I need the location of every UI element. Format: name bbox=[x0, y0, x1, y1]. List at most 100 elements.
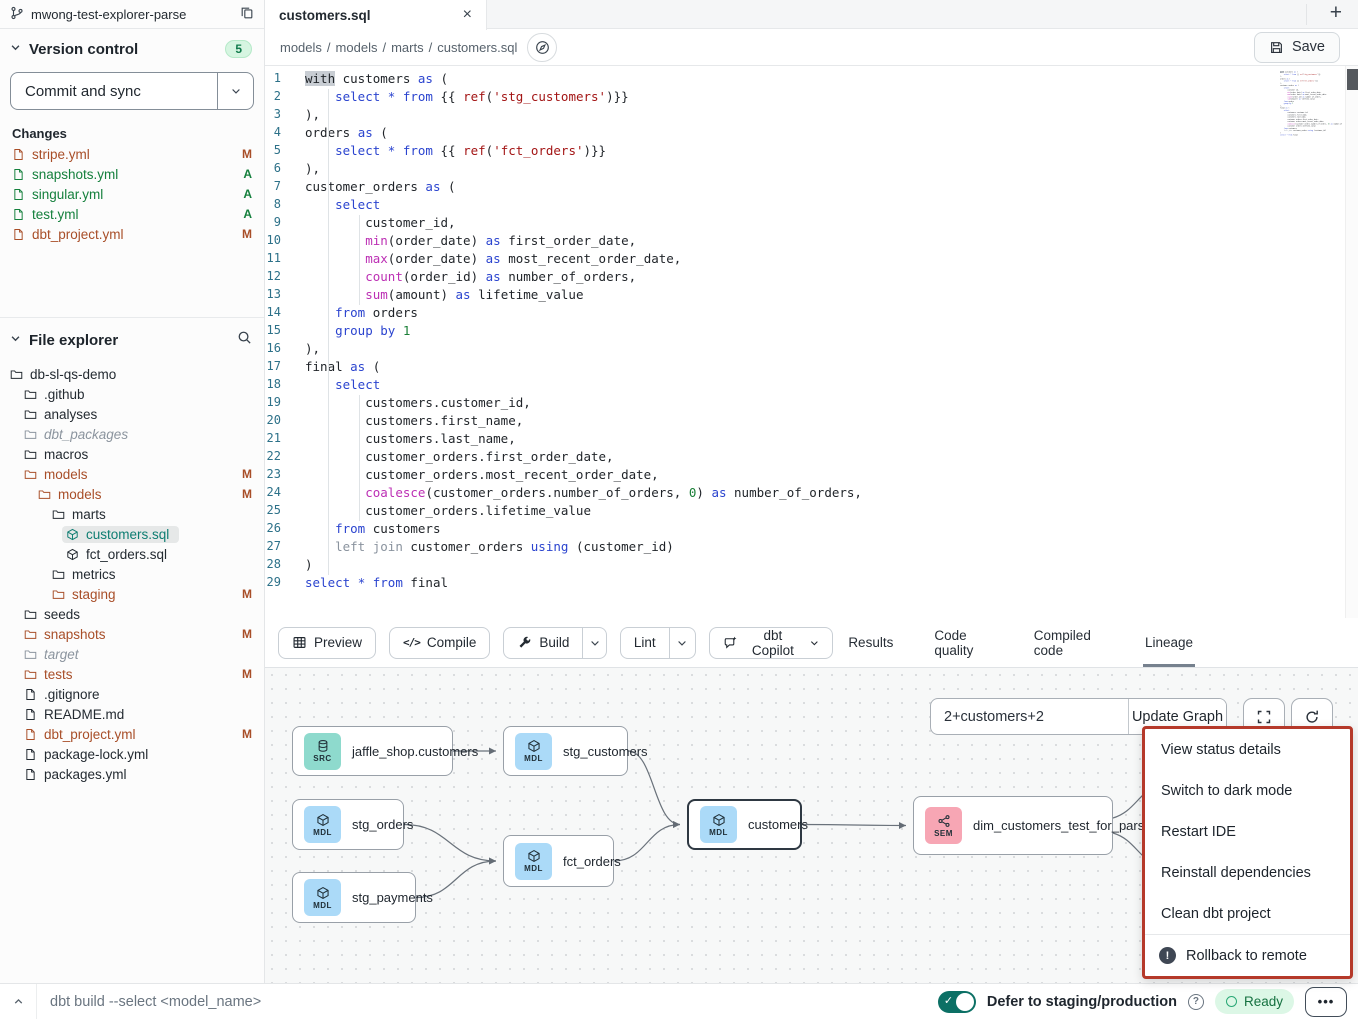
lint-button[interactable]: Lint bbox=[621, 628, 669, 658]
code-line[interactable]: 7customer_orders as ( bbox=[265, 179, 1358, 197]
menu-item-rollback-to-remote[interactable]: ! Rollback to remote bbox=[1145, 934, 1350, 976]
change-row[interactable]: test.ymlA bbox=[0, 204, 264, 224]
code-line[interactable]: 29select * from final bbox=[265, 575, 1358, 593]
tree-item-db-sl-qs-demo[interactable]: db-sl-qs-demo bbox=[0, 364, 264, 384]
chevron-down-icon[interactable] bbox=[10, 40, 21, 58]
tree-item-models[interactable]: modelsM bbox=[0, 484, 264, 504]
change-row[interactable]: stripe.ymlM bbox=[0, 144, 264, 164]
chevron-down-icon[interactable] bbox=[10, 331, 21, 349]
tree-item-models[interactable]: modelsM bbox=[0, 464, 264, 484]
code-line[interactable]: 15 group by 1 bbox=[265, 323, 1358, 341]
change-row[interactable]: snapshots.ymlA bbox=[0, 164, 264, 184]
tab-lineage[interactable]: Lineage bbox=[1143, 618, 1195, 667]
breadcrumb-segment[interactable]: marts bbox=[391, 40, 424, 55]
code-line[interactable]: 21 customers.last_name, bbox=[265, 431, 1358, 449]
tree-item--github[interactable]: .github bbox=[0, 384, 264, 404]
expand-command-bar-button[interactable] bbox=[0, 984, 37, 1019]
help-icon[interactable]: ? bbox=[1188, 994, 1204, 1010]
build-button[interactable]: Build bbox=[504, 628, 582, 658]
breadcrumb-segment[interactable]: models bbox=[280, 40, 322, 55]
lineage-node-stg-customers[interactable]: MDLstg_customers bbox=[503, 726, 628, 776]
tab-results[interactable]: Results bbox=[846, 618, 895, 667]
tree-item-readme-md[interactable]: README.md bbox=[0, 704, 264, 724]
tree-item-seeds[interactable]: seeds bbox=[0, 604, 264, 624]
code-line[interactable]: 24 coalesce(customer_orders.number_of_or… bbox=[265, 485, 1358, 503]
tree-item-marts[interactable]: marts bbox=[0, 504, 264, 524]
new-tab-button[interactable]: + bbox=[1330, 1, 1342, 25]
scrollbar-thumb[interactable] bbox=[1347, 69, 1358, 90]
copy-icon[interactable] bbox=[240, 6, 254, 23]
lineage-node-dim-customers-test-for-parse[interactable]: SEMdim_customers_test_for_parse bbox=[913, 796, 1113, 855]
tree-item-tests[interactable]: testsM bbox=[0, 664, 264, 684]
breadcrumb-segment[interactable]: models bbox=[336, 40, 378, 55]
tab-compiled-code[interactable]: Compiled code bbox=[1032, 618, 1106, 667]
menu-item-restart-ide[interactable]: Restart IDE bbox=[1145, 811, 1350, 852]
more-options-button[interactable]: ••• bbox=[1305, 987, 1347, 1017]
tab-code-quality[interactable]: Code quality bbox=[932, 618, 994, 667]
code-line[interactable]: 22 customer_orders.first_order_date, bbox=[265, 449, 1358, 467]
code-line[interactable]: 14 from orders bbox=[265, 305, 1358, 323]
code-line[interactable]: 12 count(order_id) as number_of_orders, bbox=[265, 269, 1358, 287]
code-line[interactable]: 2 select * from {{ ref('stg_customers')}… bbox=[265, 89, 1358, 107]
search-icon[interactable] bbox=[237, 330, 252, 350]
code-line[interactable]: 18 select bbox=[265, 377, 1358, 395]
tree-item--gitignore[interactable]: .gitignore bbox=[0, 684, 264, 704]
code-line[interactable]: 23 customer_orders.most_recent_order_dat… bbox=[265, 467, 1358, 485]
tree-item-dbt-project-yml[interactable]: dbt_project.ymlM bbox=[0, 724, 264, 744]
tree-item-macros[interactable]: macros bbox=[0, 444, 264, 464]
change-row[interactable]: singular.ymlA bbox=[0, 184, 264, 204]
tree-item-metrics[interactable]: metrics bbox=[0, 564, 264, 584]
code-editor[interactable]: 1with customers as (2 select * from {{ r… bbox=[265, 66, 1358, 618]
save-button[interactable]: Save bbox=[1254, 32, 1340, 63]
tree-item-analyses[interactable]: analyses bbox=[0, 404, 264, 424]
status-ready-badge[interactable]: Ready bbox=[1215, 989, 1294, 1014]
defer-toggle[interactable]: ✓ bbox=[938, 991, 976, 1013]
code-line[interactable]: 20 customers.first_name, bbox=[265, 413, 1358, 431]
commit-dropdown-arrow[interactable] bbox=[217, 73, 253, 109]
tree-item-target[interactable]: target bbox=[0, 644, 264, 664]
menu-item-clean-dbt-project[interactable]: Clean dbt project bbox=[1145, 893, 1350, 934]
code-line[interactable]: 27 left join customer_orders using (cust… bbox=[265, 539, 1358, 557]
code-line[interactable]: 28) bbox=[265, 557, 1358, 575]
code-line[interactable]: 9 customer_id, bbox=[265, 215, 1358, 233]
lineage-node-stg-payments[interactable]: MDLstg_payments bbox=[292, 872, 416, 923]
open-in-explorer-button[interactable] bbox=[527, 33, 557, 62]
breadcrumb-segment[interactable]: customers.sql bbox=[437, 40, 517, 55]
commit-and-sync-button[interactable]: Commit and sync bbox=[10, 72, 254, 110]
tree-item-dbt-packages[interactable]: dbt_packages bbox=[0, 424, 264, 444]
editor-scrollbar[interactable] bbox=[1345, 66, 1358, 618]
lineage-node-fct-orders[interactable]: MDLfct_orders bbox=[503, 835, 614, 887]
command-input[interactable]: dbt build --select <model_name> bbox=[37, 994, 938, 1010]
tree-item-fct-orders-sql[interactable]: fct_orders.sql bbox=[0, 544, 264, 564]
minimap[interactable]: with customers as ( select * from {{ ref… bbox=[1280, 71, 1342, 141]
build-dropdown-arrow[interactable] bbox=[582, 628, 605, 658]
change-row[interactable]: dbt_project.ymlM bbox=[0, 224, 264, 244]
close-tab-icon[interactable]: × bbox=[463, 7, 472, 23]
code-line[interactable]: 13 sum(amount) as lifetime_value bbox=[265, 287, 1358, 305]
lint-dropdown-arrow[interactable] bbox=[669, 628, 695, 658]
code-line[interactable]: 8 select bbox=[265, 197, 1358, 215]
code-line[interactable]: 4orders as ( bbox=[265, 125, 1358, 143]
code-line[interactable]: 1with customers as ( bbox=[265, 71, 1358, 89]
dbt-copilot-button[interactable]: dbt Copilot bbox=[709, 627, 833, 659]
tree-item-packages-yml[interactable]: packages.yml bbox=[0, 764, 264, 784]
code-line[interactable]: 19 customers.customer_id, bbox=[265, 395, 1358, 413]
code-line[interactable]: 17final as ( bbox=[265, 359, 1358, 377]
menu-item-reinstall-dependencies[interactable]: Reinstall dependencies bbox=[1145, 852, 1350, 893]
code-line[interactable]: 25 customer_orders.lifetime_value bbox=[265, 503, 1358, 521]
tree-item-package-lock-yml[interactable]: package-lock.yml bbox=[0, 744, 264, 764]
lineage-search-input[interactable] bbox=[931, 699, 1128, 734]
code-line[interactable]: 6), bbox=[265, 161, 1358, 179]
tree-item-customers-sql[interactable]: customers.sql bbox=[0, 524, 264, 544]
lineage-node-customers[interactable]: MDLcustomers bbox=[687, 799, 802, 850]
code-line[interactable]: 11 max(order_date) as most_recent_order_… bbox=[265, 251, 1358, 269]
menu-item-switch-to-dark-mode[interactable]: Switch to dark mode bbox=[1145, 770, 1350, 811]
menu-item-view-status-details[interactable]: View status details bbox=[1145, 729, 1350, 770]
lineage-node-jaffle-shop-customers[interactable]: SRCjaffle_shop.customers bbox=[292, 726, 453, 776]
tab-customers-sql[interactable]: customers.sql × bbox=[265, 0, 487, 30]
code-line[interactable]: 3), bbox=[265, 107, 1358, 125]
code-line[interactable]: 16), bbox=[265, 341, 1358, 359]
lineage-node-stg-orders[interactable]: MDLstg_orders bbox=[292, 799, 404, 850]
tree-item-staging[interactable]: stagingM bbox=[0, 584, 264, 604]
code-line[interactable]: 26 from customers bbox=[265, 521, 1358, 539]
